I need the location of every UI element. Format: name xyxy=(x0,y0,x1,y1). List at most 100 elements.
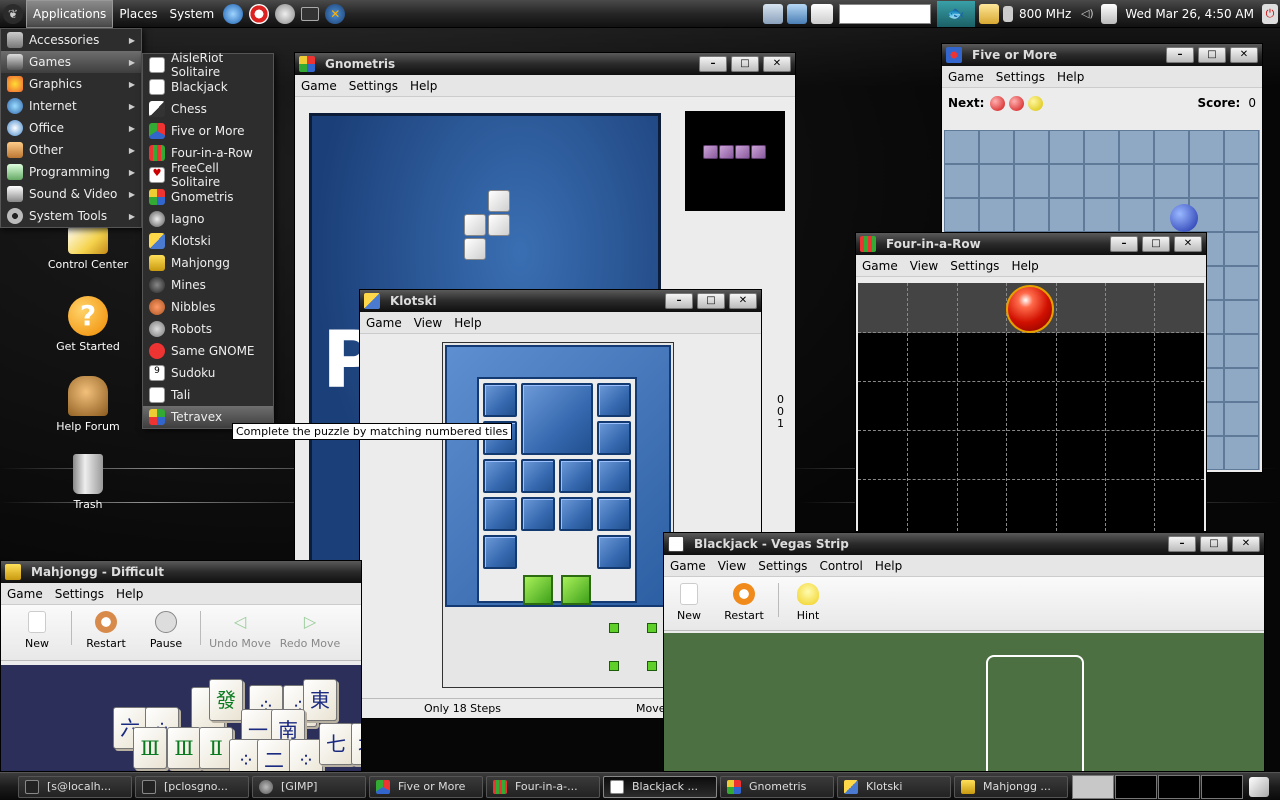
menu-robots[interactable]: Robots xyxy=(143,318,273,340)
show-desktop-icon[interactable] xyxy=(1249,776,1269,797)
grid-cell[interactable] xyxy=(1224,436,1259,470)
grid-cell[interactable] xyxy=(1154,164,1189,198)
mahjong-tile[interactable]: 七 xyxy=(319,723,353,765)
task-terminal[interactable]: [s@localh... xyxy=(18,775,132,798)
menu-five-or-more[interactable]: Five or More xyxy=(143,120,273,142)
task-gimp[interactable]: [GIMP] xyxy=(252,775,366,798)
mahjong-tile[interactable]: 東 xyxy=(303,679,337,721)
task-mahjongg[interactable]: Mahjongg ... xyxy=(954,775,1068,798)
klotski-tile[interactable] xyxy=(483,535,517,569)
grid-cell[interactable] xyxy=(1154,130,1189,164)
menu-view[interactable]: View xyxy=(712,559,752,573)
menu-klotski[interactable]: Klotski xyxy=(143,230,273,252)
browser-launcher-icon[interactable] xyxy=(223,3,244,24)
task-gnometris[interactable]: Gnometris xyxy=(720,775,834,798)
grid-cell[interactable] xyxy=(1224,368,1259,402)
menu-blackjack[interactable]: Blackjack xyxy=(143,76,273,98)
grid-cell[interactable] xyxy=(1014,198,1049,232)
grid-cell[interactable] xyxy=(1189,164,1224,198)
menu-tali[interactable]: Tali xyxy=(143,384,273,406)
new-button[interactable]: New xyxy=(7,611,67,650)
mahjong-tile[interactable]: 北 xyxy=(351,723,361,765)
klotski-tile[interactable] xyxy=(597,459,631,493)
maximize-button[interactable]: □ xyxy=(697,293,725,309)
maximize-button[interactable]: □ xyxy=(1142,236,1170,252)
grid-cell[interactable] xyxy=(1224,300,1259,334)
board-ball-blue[interactable] xyxy=(1170,204,1198,232)
grid-cell[interactable] xyxy=(1049,198,1084,232)
mahjong-tile[interactable]: Ⅲ xyxy=(167,727,201,769)
desktop-icon-get-started[interactable]: ? Get Started xyxy=(38,296,138,353)
menu-nibbles[interactable]: Nibbles xyxy=(143,296,273,318)
notes-icon[interactable] xyxy=(1101,3,1118,24)
task-five-or-more[interactable]: Five or More xyxy=(369,775,483,798)
menu-system-tools[interactable]: System Tools ▶ xyxy=(1,205,141,227)
mahjong-tile[interactable]: 二 xyxy=(257,739,291,771)
panel-search-input[interactable] xyxy=(838,3,931,24)
grid-cell[interactable] xyxy=(944,130,979,164)
menu-help[interactable]: Help xyxy=(1005,259,1044,273)
minimize-button[interactable]: – xyxy=(1110,236,1138,252)
klotski-tile[interactable] xyxy=(483,459,517,493)
menu-view[interactable]: View xyxy=(904,259,944,273)
grid-cell[interactable] xyxy=(979,198,1014,232)
klotski-tile[interactable] xyxy=(559,497,593,531)
task-blackjack[interactable]: Blackjack ... xyxy=(603,775,717,798)
menu-settings[interactable]: Settings xyxy=(752,559,813,573)
grid-cell[interactable] xyxy=(1119,164,1154,198)
menu-help[interactable]: Help xyxy=(448,316,487,330)
grid-cell[interactable] xyxy=(1224,198,1259,232)
grid-cell[interactable] xyxy=(1119,198,1154,232)
logout-icon[interactable]: ⏻ xyxy=(1262,3,1278,24)
close-button[interactable]: ✕ xyxy=(1174,236,1202,252)
settings-launcher-icon[interactable]: ✕ xyxy=(325,3,346,24)
desktop-icon-control-center[interactable]: Control Center xyxy=(38,226,138,271)
network-computer-icon[interactable] xyxy=(762,3,783,24)
clock[interactable]: Wed Mar 26, 4:50 AM xyxy=(1119,7,1260,21)
menu-programming[interactable]: Programming ▶ xyxy=(1,161,141,183)
terminal-launcher-icon[interactable] xyxy=(301,6,320,21)
minimize-button[interactable]: – xyxy=(1168,536,1196,552)
klotski-board[interactable] xyxy=(442,342,674,688)
minimize-button[interactable]: – xyxy=(699,56,727,72)
drop-disc-red[interactable] xyxy=(1006,285,1054,333)
gnometris-titlebar[interactable]: Gnometris – □ ✕ xyxy=(295,53,795,75)
menu-mines[interactable]: Mines xyxy=(143,274,273,296)
menu-settings[interactable]: Settings xyxy=(944,259,1005,273)
close-button[interactable]: ✕ xyxy=(1232,536,1260,552)
menu-same-gnome[interactable]: Same GNOME xyxy=(143,340,273,362)
menu-help[interactable]: Help xyxy=(1051,70,1090,84)
menu-mahjongg[interactable]: Mahjongg xyxy=(143,252,273,274)
menu-office[interactable]: Office ▶ xyxy=(1,117,141,139)
mahjong-tile[interactable]: ⁘ xyxy=(289,739,323,771)
menu-iagno[interactable]: Iagno xyxy=(143,208,273,230)
applications-menu[interactable]: Applications xyxy=(26,0,114,28)
restart-button[interactable]: Restart xyxy=(714,583,774,622)
klotski-tile[interactable] xyxy=(597,535,631,569)
grid-cell[interactable] xyxy=(1084,164,1119,198)
grid-cell[interactable] xyxy=(1014,130,1049,164)
menu-aisleriot[interactable]: AisleRiot Solitaire xyxy=(143,51,273,79)
klotski-titlebar[interactable]: Klotski – □ ✕ xyxy=(360,290,761,312)
klotski-tile[interactable] xyxy=(521,459,555,493)
blackjack-titlebar[interactable]: Blackjack - Vegas Strip – □ ✕ xyxy=(664,533,1264,555)
desktop-icon-help-forum[interactable]: Help Forum xyxy=(38,376,138,433)
menu-help[interactable]: Help xyxy=(404,79,443,93)
klotski-tile[interactable] xyxy=(483,497,517,531)
maximize-button[interactable]: □ xyxy=(1198,47,1226,63)
grid-cell[interactable] xyxy=(1084,130,1119,164)
four-in-a-row-titlebar[interactable]: Four-in-a-Row – □ ✕ xyxy=(856,233,1206,255)
mahjongg-titlebar[interactable]: Mahjongg - Difficult xyxy=(1,561,361,583)
menu-control[interactable]: Control xyxy=(813,559,868,573)
minimize-button[interactable]: – xyxy=(1166,47,1194,63)
workspace-4[interactable] xyxy=(1201,774,1243,799)
desktop-icon-trash[interactable]: Trash xyxy=(38,454,138,511)
task-klotski[interactable]: Klotski xyxy=(837,775,951,798)
menu-game[interactable]: Game xyxy=(856,259,904,273)
grid-cell[interactable] xyxy=(1119,130,1154,164)
menu-view[interactable]: View xyxy=(408,316,448,330)
new-button[interactable]: New xyxy=(664,583,714,622)
undo-move-button[interactable]: ◁ Undo Move xyxy=(205,611,275,650)
klotski-tile[interactable] xyxy=(483,383,517,417)
menu-game[interactable]: Game xyxy=(664,559,712,573)
